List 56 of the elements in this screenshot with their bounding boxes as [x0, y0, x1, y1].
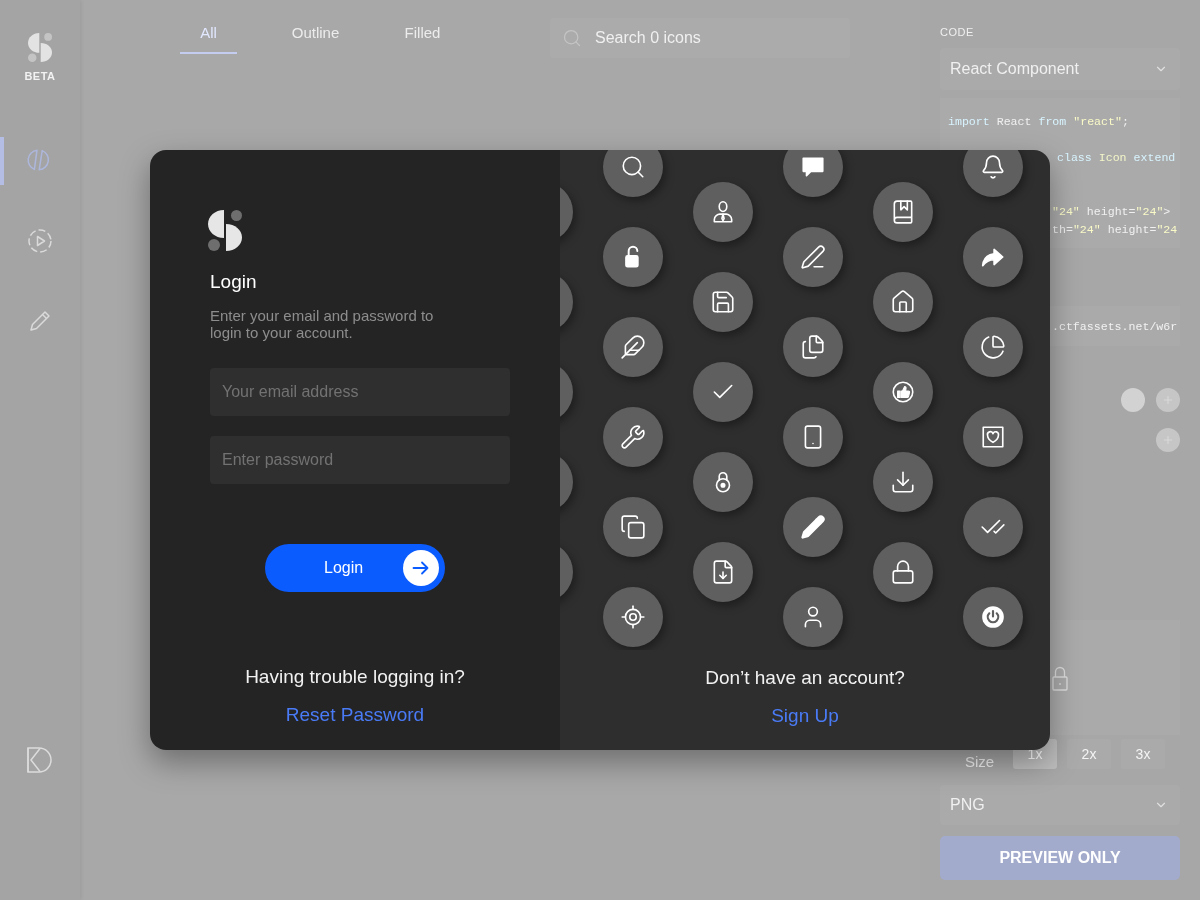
smartphone-icon: [783, 407, 843, 467]
wrench-icon: [603, 407, 663, 467]
target-icon: [603, 587, 663, 647]
signup-prompt: Don’t have an account?: [705, 666, 905, 690]
password-field[interactable]: Enter password: [210, 436, 510, 484]
plus-circle-icon[interactable]: [1156, 388, 1180, 412]
logo-icon: [208, 210, 242, 251]
search-icon: [603, 150, 663, 197]
person-icon: [693, 182, 753, 242]
help-text: Having trouble logging in?: [245, 665, 465, 689]
checkmark-icon: [693, 362, 753, 422]
code-line: class Icon extend: [1057, 150, 1176, 166]
double-check-icon: [963, 497, 1023, 557]
login-button[interactable]: Login: [265, 544, 445, 592]
download-icon: [873, 452, 933, 512]
code-line: th="24" height="24: [1052, 222, 1178, 238]
power-icon: [963, 587, 1023, 647]
preview-button[interactable]: PREVIEW ONLY: [940, 836, 1180, 880]
padlock-icon: [1052, 664, 1068, 691]
copy-icon: [603, 497, 663, 557]
beta-label: BETA: [24, 69, 56, 83]
user-icon: [783, 587, 843, 647]
reset-password-link[interactable]: Reset Password: [285, 703, 425, 727]
search-icon: [562, 28, 582, 48]
arrow-right-icon: [403, 550, 439, 586]
floppy-disk-icon: [693, 272, 753, 332]
url-text: .ctfassets.net/w6r: [1052, 319, 1178, 333]
house-icon: [873, 272, 933, 332]
pencil-icon: [783, 497, 843, 557]
thumbs-up-icon: [873, 362, 933, 422]
padlock-icon: [693, 452, 753, 512]
email-field[interactable]: Your email address: [210, 368, 510, 416]
tab[interactable]: All: [180, 0, 237, 54]
dialog-title: Login: [210, 271, 257, 293]
code-line: import React from "react";: [948, 114, 1129, 130]
pie-chart-icon: [963, 317, 1023, 377]
documents-icon: [783, 317, 843, 377]
swatch-icon[interactable]: [1121, 388, 1145, 412]
section-heading: CODE: [940, 25, 974, 40]
code-line: "24" height="24">: [1052, 204, 1171, 220]
play-circle-icon: [26, 227, 54, 255]
chat-bubble-icon: [783, 150, 843, 197]
tab[interactable]: Outline: [287, 0, 344, 54]
plus-circle-icon[interactable]: [1156, 428, 1180, 452]
document-download-icon: [693, 542, 753, 602]
bell-icon: [963, 150, 1023, 197]
logo-icon: [27, 747, 53, 773]
padlock-icon: [873, 542, 933, 602]
logo-icon: [28, 30, 52, 65]
open-padlock-icon: [603, 227, 663, 287]
feather-icon: [603, 317, 663, 377]
book-icon: [873, 182, 933, 242]
tab[interactable]: Filled: [394, 0, 451, 54]
dialog-description: Enter your email and password to login to your account.: [210, 307, 435, 341]
size-label: Size: [965, 752, 996, 770]
sign-up-link[interactable]: Sign Up: [771, 704, 839, 728]
